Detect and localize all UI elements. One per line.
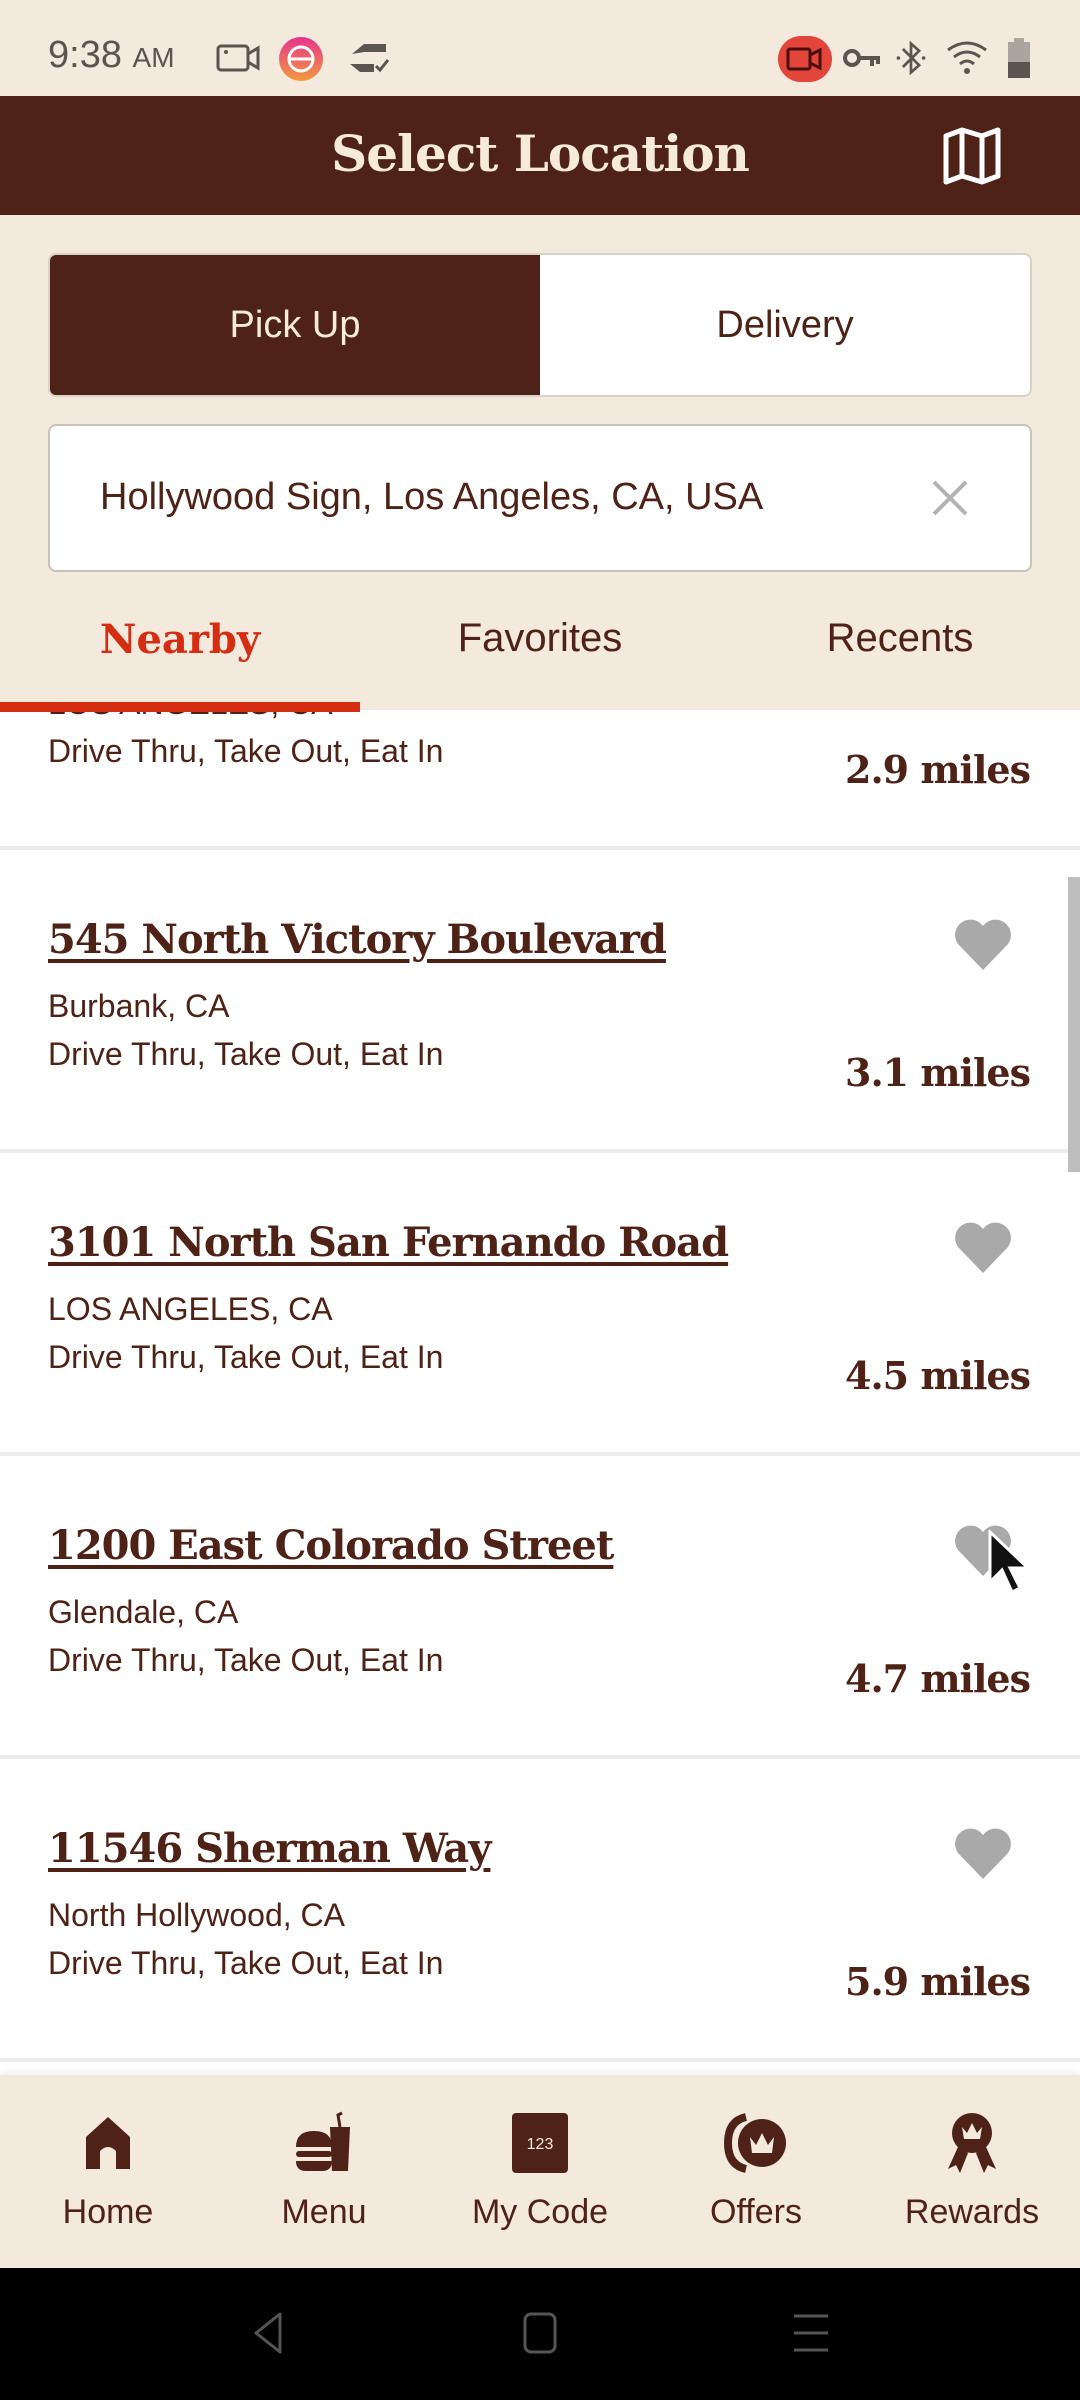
status-time: 9:38 AM: [48, 34, 175, 77]
location-services: Drive Thru, Take Out, Eat In: [48, 1945, 444, 1981]
list-item[interactable]: 545 North Victory Boulevard Burbank, CA …: [0, 850, 1080, 1153]
recents-icon[interactable]: [786, 2308, 836, 2358]
location-services: Drive Thru, Take Out, Eat In: [48, 1339, 444, 1375]
nav-home[interactable]: Home: [0, 2075, 216, 2268]
close-icon[interactable]: [926, 474, 974, 522]
page-title: Select Location: [331, 124, 750, 183]
tab-favorites[interactable]: Favorites: [360, 616, 720, 661]
list-item[interactable]: 3101 North San Fernando Road LOS ANGELES…: [0, 1153, 1080, 1456]
nav-rewards[interactable]: Rewards: [864, 2075, 1080, 2268]
app-notification-icon: [279, 37, 323, 81]
menu-food-icon: [296, 2111, 350, 2171]
battery-icon: [1008, 38, 1030, 78]
location-title[interactable]: 11546 Sherman Way: [48, 1825, 491, 1872]
code-icon: 123: [512, 2113, 568, 2173]
heart-icon[interactable]: [952, 1219, 1014, 1275]
location-search-input[interactable]: Hollywood Sign, Los Angeles, CA, USA: [48, 424, 1032, 572]
location-title[interactable]: 545 North Victory Boulevard: [48, 916, 667, 963]
location-services: Drive Thru, Take Out, Eat In: [48, 1036, 444, 1072]
recording-indicator-icon: [778, 36, 832, 82]
location-city: Glendale, CA: [48, 1594, 239, 1630]
nav-label: Menu: [281, 2193, 367, 2231]
mouse-cursor-icon: [988, 1530, 1032, 1595]
nav-label: Offers: [710, 2193, 802, 2231]
location-tabs: Nearby Favorites Recents: [0, 600, 1080, 712]
bottom-nav: Home Menu 123 My Code Offers Rewards: [0, 2075, 1080, 2268]
offers-icon: [724, 2113, 786, 2173]
home-system-icon[interactable]: [515, 2308, 565, 2358]
code-icon-text: 123: [527, 2136, 554, 2153]
list-scrollbar[interactable]: [1068, 877, 1080, 1172]
location-city: North Hollywood, CA: [48, 1897, 345, 1933]
status-bar: 9:38 AM: [0, 0, 1080, 96]
delivery-option[interactable]: Delivery: [540, 255, 1030, 395]
nav-menu[interactable]: Menu: [216, 2075, 432, 2268]
location-distance: 4.5 miles: [845, 1353, 1031, 1398]
system-nav-bar: [0, 2268, 1080, 2400]
map-icon[interactable]: [940, 126, 1004, 186]
tab-nearby[interactable]: Nearby: [0, 616, 360, 663]
back-icon[interactable]: [244, 2308, 294, 2358]
nav-offers[interactable]: Offers: [648, 2075, 864, 2268]
bluetooth-icon: [896, 40, 926, 76]
location-list: LOS ANGELES, CA Drive Thru, Take Out, Ea…: [0, 710, 1080, 2075]
active-tab-indicator: [0, 702, 360, 712]
location-distance: 5.9 miles: [845, 1959, 1031, 2004]
location-title[interactable]: 1200 East Colorado Street: [48, 1522, 614, 1569]
nav-label: My Code: [471, 2193, 609, 2231]
location-services: Drive Thru, Take Out, Eat In: [48, 733, 444, 769]
location-city: LOS ANGELES, CA: [48, 1291, 333, 1327]
heart-icon[interactable]: [952, 1825, 1014, 1881]
sync-icon: [350, 44, 390, 73]
location-distance: 2.9 miles: [845, 747, 1031, 792]
nav-label: Home: [62, 2193, 154, 2231]
location-distance: 4.7 miles: [845, 1656, 1031, 1701]
wifi-icon: [947, 41, 987, 74]
search-value[interactable]: Hollywood Sign, Los Angeles, CA, USA: [100, 476, 763, 519]
pickup-option[interactable]: Pick Up: [50, 255, 540, 395]
home-icon: [86, 2117, 130, 2169]
screen-record-icon: [216, 44, 260, 72]
location-distance: 3.1 miles: [845, 1050, 1031, 1095]
location-title[interactable]: 3101 North San Fernando Road: [48, 1219, 729, 1266]
rewards-icon: [948, 2113, 996, 2173]
heart-icon[interactable]: [952, 916, 1014, 972]
time-text: 9:38: [48, 34, 122, 76]
nav-label: Rewards: [904, 2193, 1040, 2231]
app-header: Select Location: [0, 96, 1080, 215]
vpn-key-icon: [843, 49, 880, 67]
list-item[interactable]: 11546 Sherman Way North Hollywood, CA Dr…: [0, 1759, 1080, 2062]
location-city: Burbank, CA: [48, 988, 230, 1024]
ampm-text: AM: [132, 42, 175, 73]
order-type-toggle: Pick Up Delivery: [48, 253, 1032, 397]
location-services: Drive Thru, Take Out, Eat In: [48, 1642, 444, 1678]
nav-my-code[interactable]: 123 My Code: [432, 2075, 648, 2268]
tab-recents[interactable]: Recents: [720, 616, 1080, 661]
list-item[interactable]: 1200 East Colorado Street Glendale, CA D…: [0, 1456, 1080, 1759]
list-item[interactable]: LOS ANGELES, CA Drive Thru, Take Out, Ea…: [0, 710, 1080, 850]
